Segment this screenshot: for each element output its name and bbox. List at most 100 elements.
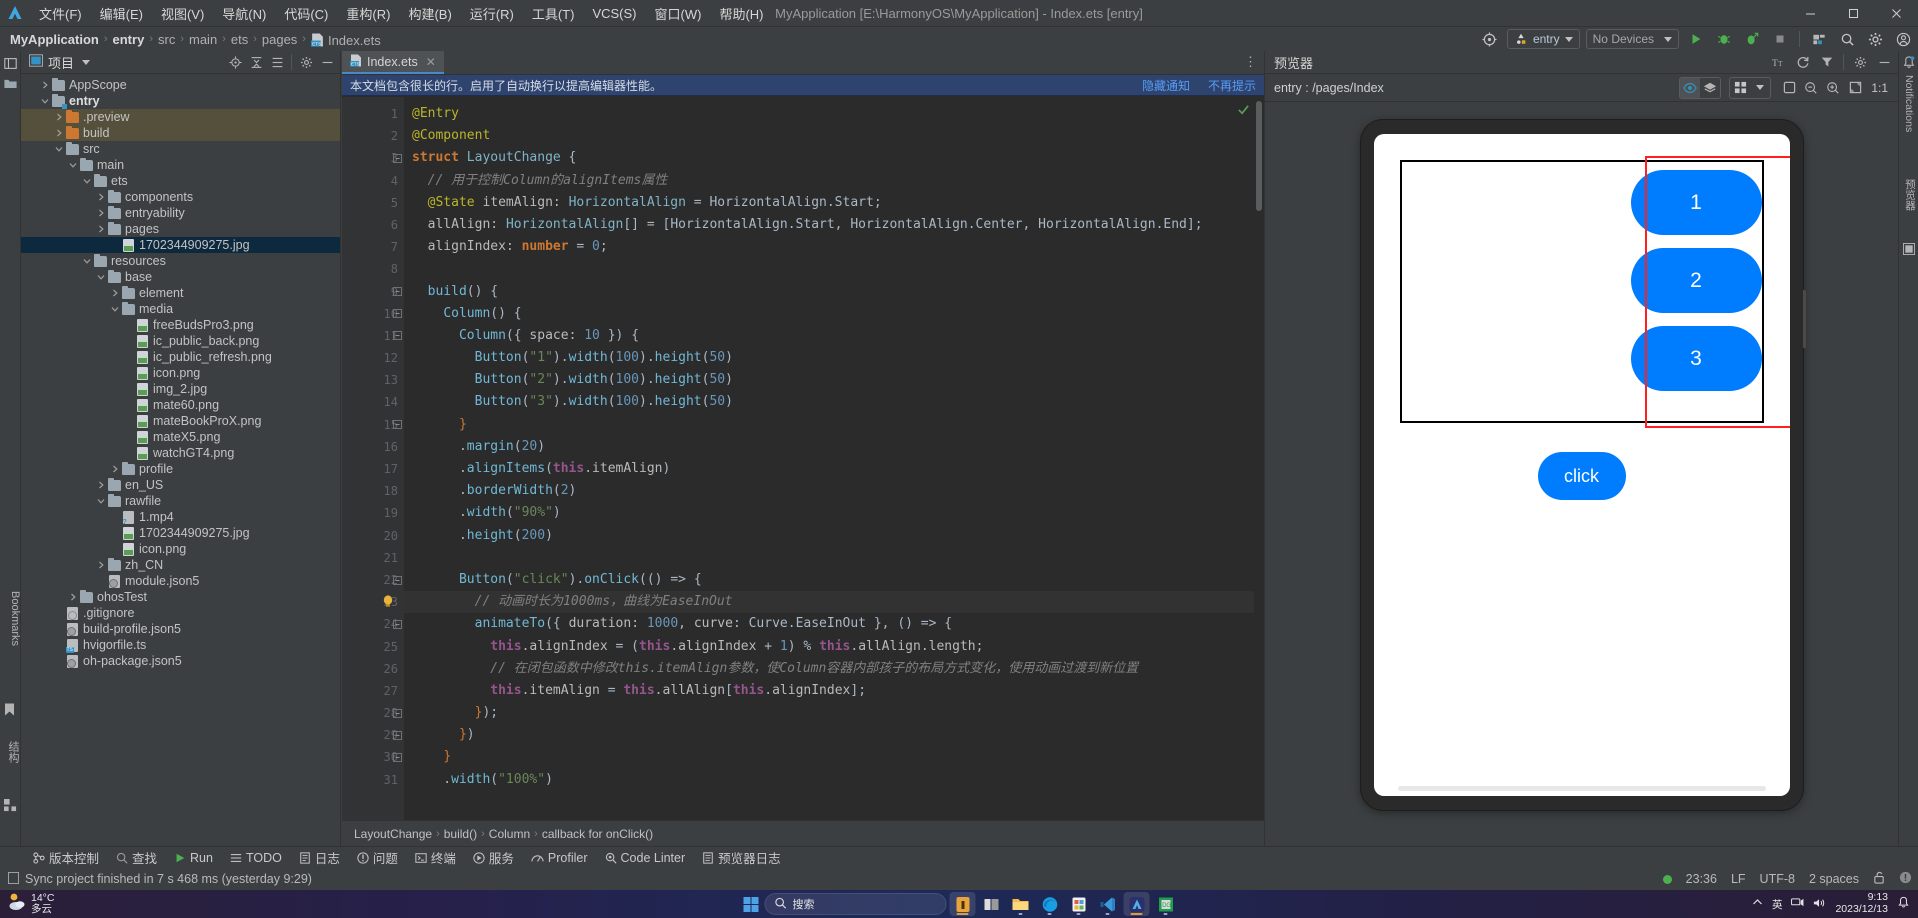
tree-node-mate60-png[interactable]: mate60.png [21, 397, 340, 413]
preview-screen[interactable]: 1 2 3 click [1373, 134, 1790, 796]
hide-icon[interactable] [318, 53, 336, 71]
tree-node-resources[interactable]: resources [21, 253, 340, 269]
status-encoding[interactable]: UTF-8 [1760, 872, 1795, 886]
tree-node-img-2-jpg[interactable]: img_2.jpg [21, 381, 340, 397]
tool-window-[interactable]: 问题 [350, 847, 405, 868]
code-line[interactable]: @Component [404, 125, 1264, 147]
tree-node-pages[interactable]: pages [21, 221, 340, 237]
code-line[interactable]: } [404, 746, 1264, 768]
tree-node-zh-cn[interactable]: zh_CN [21, 557, 340, 573]
code-line[interactable]: .alignItems(this.itemAlign) [404, 458, 1264, 480]
refresh-icon[interactable] [1793, 52, 1813, 72]
breadcrumb-segment-src[interactable]: src [154, 31, 179, 48]
preview-button-2[interactable]: 2 [1630, 248, 1762, 313]
chevron-down-icon[interactable] [109, 304, 120, 315]
breadcrumb-segment-entry[interactable]: entry [109, 31, 149, 48]
tree-node-module-json5[interactable]: module.json5 [21, 573, 340, 589]
tree-node-matex5-png[interactable]: mateX5.png [21, 429, 340, 445]
tree-node--gitignore[interactable]: .gitignore [21, 605, 340, 621]
tree-node-ets[interactable]: ets [21, 173, 340, 189]
run-icon[interactable] [1685, 28, 1707, 50]
tool-window-[interactable]: 终端 [408, 847, 463, 868]
menu-view[interactable]: 视图(V) [152, 0, 213, 27]
bookmarks-label[interactable]: Bookmarks [0, 591, 21, 646]
fold-toggle-icon[interactable] [390, 147, 404, 169]
chevron-down-icon[interactable] [95, 272, 106, 283]
tree-node-entry[interactable]: entry [21, 93, 340, 109]
notification-bell-icon[interactable] [1897, 896, 1910, 912]
code-breadcrumb-segment[interactable]: callback for onClick() [538, 827, 657, 841]
menu-edit[interactable]: 编辑(E) [91, 0, 152, 27]
tree-node-icon-png[interactable]: icon.png [21, 365, 340, 381]
chevron-right-icon[interactable] [39, 80, 50, 91]
code-line[interactable]: Column({ space: 10 }) { [404, 325, 1264, 347]
tree-node-ic-public-refresh-png[interactable]: ic_public_refresh.png [21, 349, 340, 365]
tree-node-main[interactable]: main [21, 157, 340, 173]
menu-navigate[interactable]: 导航(N) [213, 0, 275, 27]
code-line[interactable]: .width("90%") [404, 502, 1264, 524]
code-line[interactable]: Button("click").onClick(() => { [404, 569, 1264, 591]
tree-node-1702344909275-jpg[interactable]: 1702344909275.jpg [21, 525, 340, 541]
font-size-icon[interactable]: TT [1769, 52, 1789, 72]
close-icon[interactable]: ✕ [426, 55, 436, 69]
fold-toggle-icon[interactable] [390, 613, 404, 635]
gear-icon[interactable] [1864, 28, 1886, 50]
code-line[interactable]: .margin(20) [404, 436, 1264, 458]
folder-tool-icon[interactable] [4, 77, 17, 90]
code-line[interactable]: // 动画时长为1000ms，曲线为EaseInOut [404, 591, 1264, 614]
device-selector[interactable]: No Devices [1585, 29, 1679, 49]
menu-refactor[interactable]: 重构(R) [337, 0, 399, 27]
status-line-ending[interactable]: LF [1731, 872, 1746, 886]
tree-node-1702344909275-jpg[interactable]: 1702344909275.jpg [21, 237, 340, 253]
fit-icon[interactable] [1845, 78, 1865, 98]
debug-icon[interactable] [1713, 28, 1735, 50]
menu-tools[interactable]: 工具(T) [523, 0, 584, 27]
tree-node-components[interactable]: components [21, 189, 340, 205]
editor-scrollbar-thumb[interactable] [1256, 101, 1262, 211]
fold-toggle-icon[interactable] [390, 325, 404, 347]
zoom-out-icon[interactable] [1801, 78, 1821, 98]
breadcrumb-segment-index-ets[interactable]: ETS Index.ets [307, 30, 385, 49]
tool-window-[interactable]: 预览器日志 [695, 847, 788, 868]
gear-icon[interactable] [1850, 52, 1870, 72]
tree-node-profile[interactable]: profile [21, 461, 340, 477]
chevron-right-icon[interactable] [109, 288, 120, 299]
taskbar-app-harmony[interactable] [1123, 892, 1150, 916]
chevron-down-icon[interactable] [67, 160, 78, 171]
code-line[interactable]: }); [404, 702, 1264, 724]
taskbar-clock[interactable]: 9:13 2023/12/13 [1835, 891, 1888, 916]
tree-node-watchgt4-png[interactable]: watchGT4.png [21, 445, 340, 461]
code-line[interactable]: // 用于控制Column的alignItems属性 [404, 170, 1264, 192]
code-line[interactable]: .borderWidth(2) [404, 480, 1264, 502]
volume-icon[interactable] [1813, 897, 1826, 912]
expand-all-icon[interactable] [268, 53, 286, 71]
chevron-right-icon[interactable] [53, 112, 64, 123]
breadcrumb-segment-myapplication[interactable]: MyApplication [6, 31, 103, 48]
tool-window-run[interactable]: Run [167, 850, 220, 866]
taskbar-app-deveco[interactable] [949, 892, 976, 916]
editor-options-icon[interactable]: ⋮ [1244, 54, 1258, 70]
menu-vcs[interactable]: VCS(S) [583, 2, 645, 25]
ime-indicator[interactable]: 英 [1772, 897, 1783, 912]
code-line[interactable]: }) [404, 724, 1264, 746]
search-icon[interactable] [1836, 28, 1858, 50]
tool-window-[interactable]: 日志 [292, 847, 347, 868]
fold-toggle-icon[interactable] [390, 414, 404, 436]
chevron-down-icon[interactable] [53, 144, 64, 155]
structure-icon[interactable] [4, 799, 17, 812]
account-icon[interactable] [1892, 28, 1914, 50]
preview-button-3[interactable]: 3 [1630, 326, 1762, 391]
chevron-down-icon[interactable] [1750, 78, 1770, 98]
code-line[interactable] [404, 547, 1264, 569]
run-configuration-selector[interactable]: entry [1506, 29, 1580, 49]
status-indent[interactable]: 2 spaces [1809, 872, 1859, 886]
tool-window-codelinter[interactable]: Code Linter [598, 850, 693, 866]
breadcrumb-segment-pages[interactable]: pages [258, 31, 301, 48]
fold-toggle-icon[interactable] [390, 724, 404, 746]
chevron-right-icon[interactable] [95, 192, 106, 203]
tree-node-hvigorfile-ts[interactable]: hvigorfile.ts [21, 637, 340, 653]
tree-node-icon-png[interactable]: icon.png [21, 541, 340, 557]
unlocked-icon[interactable] [1873, 871, 1885, 887]
previewer-rail-icon[interactable] [1903, 243, 1915, 258]
notifications-bell-icon[interactable] [1903, 56, 1915, 72]
